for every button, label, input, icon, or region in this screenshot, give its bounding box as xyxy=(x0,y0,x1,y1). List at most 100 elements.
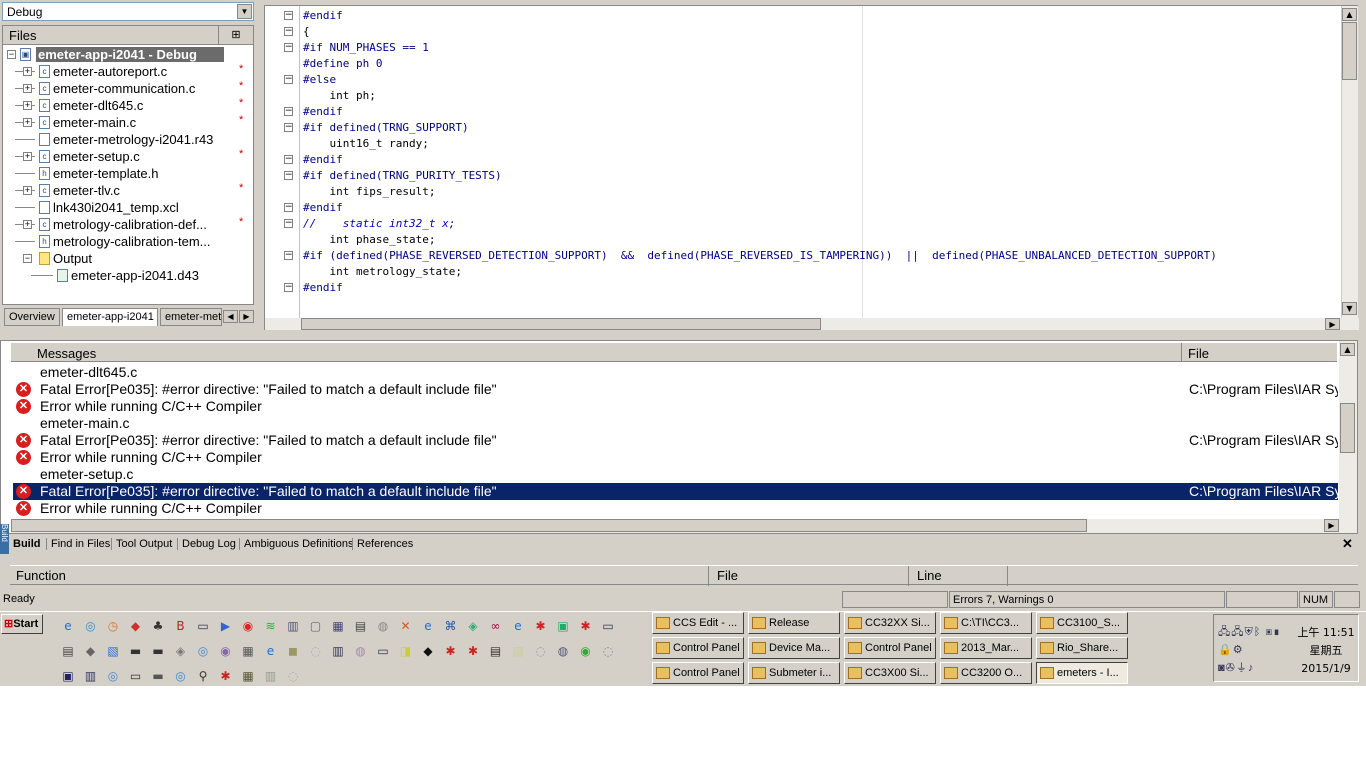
app-launcher-icon[interactable]: ✕ xyxy=(398,618,414,634)
app-launcher-icon[interactable]: ◆ xyxy=(128,618,144,634)
display-icon[interactable]: ◙ xyxy=(1218,662,1226,674)
network-icon[interactable]: 🖧 xyxy=(1231,626,1244,638)
editor-hscroll-thumb[interactable] xyxy=(301,318,821,330)
app-launcher-icon[interactable]: ▭ xyxy=(600,618,616,634)
app-launcher-icon[interactable]: ◍ xyxy=(375,618,391,634)
messages-column-header[interactable]: Messages xyxy=(37,346,96,361)
app-launcher-icon[interactable]: ✱ xyxy=(533,618,549,634)
battery-icon[interactable]: ▮ xyxy=(1273,626,1281,638)
output-folder[interactable]: − Output xyxy=(3,250,253,267)
app-launcher-icon[interactable]: B xyxy=(173,618,189,634)
start-button[interactable]: ⊞Start xyxy=(1,614,43,634)
project-root[interactable]: − ▣ emeter-app-i2041 - Debug xyxy=(3,46,253,63)
fold-icon[interactable]: − xyxy=(284,27,293,36)
file-tree-item[interactable]: + c emeter-dlt645.c * xyxy=(3,97,253,114)
collapse-icon[interactable]: − xyxy=(23,254,32,263)
app-launcher-icon[interactable]: ∞ xyxy=(488,618,504,634)
build-configuration-select[interactable]: Debug ▼ xyxy=(2,2,254,21)
file-column-header[interactable]: File xyxy=(708,566,908,586)
taskbar-window-button[interactable]: 2013_Mar... xyxy=(940,637,1032,659)
app-launcher-icon[interactable]: e xyxy=(510,618,526,634)
app-launcher-icon[interactable]: ▦ xyxy=(240,668,256,684)
tab-build[interactable]: Build xyxy=(13,538,41,550)
scroll-up-icon[interactable]: ▲ xyxy=(1342,8,1357,21)
app-launcher-icon[interactable]: ◎ xyxy=(83,618,99,634)
app-launcher-icon[interactable]: ▢ xyxy=(308,618,324,634)
taskbar-window-button[interactable]: Device Ma... xyxy=(748,637,840,659)
taskbar-window-button[interactable]: CC3100_S... xyxy=(1036,612,1128,634)
app-launcher-icon[interactable]: ♣ xyxy=(150,618,166,634)
fold-icon[interactable]: − xyxy=(284,155,293,164)
tab-overview[interactable]: Overview xyxy=(4,308,60,326)
app-launcher-icon[interactable]: e xyxy=(60,618,76,634)
expand-icon[interactable]: + xyxy=(23,186,32,195)
file-tree-item[interactable]: emeter-metrology-i2041.r43 xyxy=(3,131,253,148)
app-launcher-icon[interactable]: ◎ xyxy=(195,643,211,659)
app-launcher-icon[interactable]: ▬ xyxy=(150,668,166,684)
app-launcher-icon[interactable]: ▤ xyxy=(353,618,369,634)
message-row[interactable]: ✕ Fatal Error[Pe035]: #error directive: "… xyxy=(13,381,1338,398)
expand-icon[interactable]: + xyxy=(23,152,32,161)
message-row[interactable]: emeter-setup.c xyxy=(13,466,1338,483)
tab-scroll-right-icon[interactable]: ▶ xyxy=(239,310,254,323)
app-launcher-icon[interactable]: ◎ xyxy=(173,668,189,684)
app-launcher-icon[interactable]: ▥ xyxy=(330,643,346,659)
taskbar-window-button[interactable]: Control Panel xyxy=(652,637,744,659)
app-launcher-icon[interactable]: ◈ xyxy=(465,618,481,634)
app-launcher-icon[interactable]: ▭ xyxy=(375,643,391,659)
file-tree-item[interactable]: + c metrology-calibration-def... * xyxy=(3,216,253,233)
app-launcher-icon[interactable]: ▥ xyxy=(285,618,301,634)
app-launcher-icon[interactable]: ▦ xyxy=(330,618,346,634)
app-launcher-icon[interactable]: ▧ xyxy=(105,643,121,659)
message-row[interactable]: ✕ Error while running C/C++ Compiler xyxy=(13,398,1338,415)
file-columns-icon[interactable]: ⊞ xyxy=(218,26,253,45)
app-launcher-icon[interactable]: ▤ xyxy=(488,643,504,659)
taskbar-window-button[interactable]: Rio_Share... xyxy=(1036,637,1128,659)
file-tree-item[interactable]: lnk430i2041_temp.xcl xyxy=(3,199,253,216)
file-tree-item[interactable]: + c emeter-setup.c * xyxy=(3,148,253,165)
build-side-tab[interactable]: Build xyxy=(0,524,9,554)
tab-find-in-files[interactable]: Find in Files xyxy=(46,538,110,550)
app-launcher-icon[interactable]: ◨ xyxy=(398,643,414,659)
file-tree-item[interactable]: h metrology-calibration-tem... xyxy=(3,233,253,250)
app-launcher-icon[interactable]: ▬ xyxy=(150,643,166,659)
expand-icon[interactable]: + xyxy=(23,84,32,93)
file-tree-item[interactable]: + c emeter-communication.c * xyxy=(3,80,253,97)
app-launcher-icon[interactable]: ≋ xyxy=(263,618,279,634)
fold-icon[interactable]: − xyxy=(284,75,293,84)
clock[interactable]: 上午 11:51 星期五 2015/1/9 xyxy=(1294,624,1358,678)
app-launcher-icon[interactable]: ▭ xyxy=(195,618,211,634)
editor-vertical-scrollbar[interactable]: ▲ ▼ xyxy=(1341,6,1358,318)
scroll-right-icon[interactable]: ▶ xyxy=(1325,318,1340,330)
app-launcher-icon[interactable]: ▤ xyxy=(60,643,76,659)
app-launcher-icon[interactable]: ▬ xyxy=(128,643,144,659)
message-row[interactable]: ✕ Fatal Error[Pe035]: #error directive: "… xyxy=(13,432,1338,449)
taskbar-window-button[interactable]: C:\TI\CC3... xyxy=(940,612,1032,634)
app-launcher-icon[interactable]: ◉ xyxy=(218,643,234,659)
app-launcher-icon[interactable]: ◌ xyxy=(533,643,549,659)
file-column-header[interactable]: File xyxy=(1181,343,1337,362)
network-icon[interactable]: 🖧 xyxy=(1218,626,1231,638)
app-launcher-icon[interactable]: ✱ xyxy=(443,643,459,659)
message-row[interactable]: ✕ Error while running C/C++ Compiler xyxy=(13,500,1338,517)
app-launcher-icon[interactable]: ◆ xyxy=(420,643,436,659)
app-launcher-icon[interactable]: ▣ xyxy=(555,618,571,634)
usb-icon[interactable]: ⏚ xyxy=(1236,662,1248,674)
message-row[interactable]: ✕ Error while running C/C++ Compiler xyxy=(13,449,1338,466)
taskbar-window-button[interactable]: Control Panel xyxy=(844,637,936,659)
tab-tool-output[interactable]: Tool Output xyxy=(111,538,172,550)
expand-icon[interactable]: + xyxy=(23,118,32,127)
scroll-up-icon[interactable]: ▲ xyxy=(1340,343,1355,356)
tab-ambiguous-definitions[interactable]: Ambiguous Definitions xyxy=(239,538,353,550)
fold-icon[interactable]: − xyxy=(284,219,293,228)
function-column-header[interactable]: Function xyxy=(16,568,66,583)
expand-icon[interactable]: + xyxy=(23,220,32,229)
line-column-header[interactable]: Line xyxy=(908,566,1008,586)
app-launcher-icon[interactable]: ◷ xyxy=(105,618,121,634)
tab-debug-log[interactable]: Debug Log xyxy=(177,538,236,550)
messages-hscroll-thumb[interactable] xyxy=(11,519,1087,532)
app-launcher-icon[interactable]: ▥ xyxy=(83,668,99,684)
taskbar-window-button[interactable]: Control Panel xyxy=(652,662,744,684)
output-file[interactable]: emeter-app-i2041.d43 xyxy=(3,267,253,284)
app-launcher-icon[interactable]: ◉ xyxy=(240,618,256,634)
